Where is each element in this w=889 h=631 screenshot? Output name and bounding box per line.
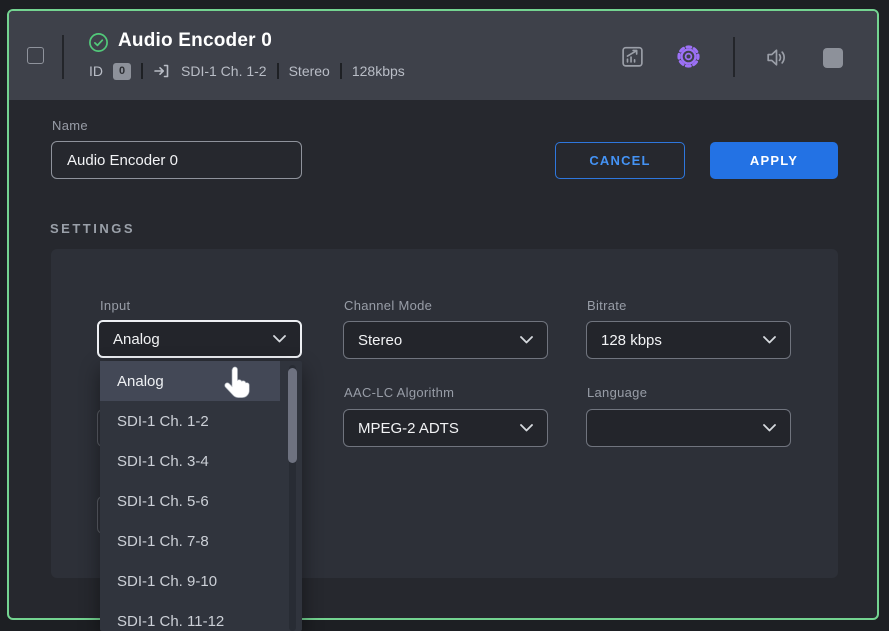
chevron-down-icon bbox=[763, 336, 776, 344]
channel-mode-select[interactable]: Stereo bbox=[343, 321, 548, 359]
input-dropdown-list: Analog SDI-1 Ch. 1-2 SDI-1 Ch. 3-4 SDI-1… bbox=[100, 361, 302, 631]
bitrate-value: 128 kbps bbox=[601, 332, 662, 349]
card-header bbox=[9, 11, 877, 100]
language-select[interactable] bbox=[586, 409, 791, 447]
dropdown-option[interactable]: SDI-1 Ch. 11-12 bbox=[100, 601, 282, 631]
apply-button[interactable]: APPLY bbox=[710, 142, 838, 179]
header-divider bbox=[62, 35, 64, 79]
meta-separator bbox=[340, 63, 342, 79]
encoder-page: Audio Encoder 0 ID 0 SDI-1 Ch. 1-2 Stere… bbox=[0, 0, 889, 631]
settings-heading: SETTINGS bbox=[50, 221, 135, 236]
aac-algorithm-value: MPEG-2 ADTS bbox=[358, 420, 459, 437]
input-source-icon bbox=[153, 62, 171, 80]
encoder-meta-row: ID 0 SDI-1 Ch. 1-2 Stereo 128kbps bbox=[89, 62, 405, 80]
status-check-circle-icon bbox=[88, 32, 109, 53]
bitrate-select[interactable]: 128 kbps bbox=[586, 321, 791, 359]
name-label: Name bbox=[52, 118, 88, 133]
id-badge: 0 bbox=[113, 63, 131, 80]
aac-algorithm-select[interactable]: MPEG-2 ADTS bbox=[343, 409, 548, 447]
dropdown-option[interactable]: SDI-1 Ch. 9-10 bbox=[100, 561, 282, 601]
meta-channel-mode: Stereo bbox=[289, 63, 330, 79]
settings-button[interactable] bbox=[675, 43, 702, 70]
meta-separator bbox=[141, 63, 143, 79]
encoder-title: Audio Encoder 0 bbox=[118, 30, 272, 52]
dropdown-scrollbar-thumb[interactable] bbox=[288, 368, 297, 463]
input-select[interactable]: Analog bbox=[97, 320, 302, 358]
meta-bitrate: 128kbps bbox=[352, 63, 405, 79]
meta-source: SDI-1 Ch. 1-2 bbox=[181, 63, 267, 79]
channel-mode-label: Channel Mode bbox=[344, 298, 432, 313]
channel-mode-value: Stereo bbox=[358, 332, 402, 349]
chevron-down-icon bbox=[520, 424, 533, 432]
audio-monitor-button[interactable] bbox=[764, 45, 789, 70]
meta-separator bbox=[277, 63, 279, 79]
language-label: Language bbox=[587, 385, 647, 400]
chevron-down-icon bbox=[520, 336, 533, 344]
analytics-button[interactable] bbox=[620, 44, 645, 69]
stop-button[interactable] bbox=[823, 48, 843, 68]
encoder-select-checkbox[interactable] bbox=[27, 47, 44, 64]
speaker-icon bbox=[764, 45, 789, 70]
aac-algorithm-label: AAC-LC Algorithm bbox=[344, 385, 454, 400]
name-input[interactable] bbox=[51, 141, 302, 179]
input-select-value: Analog bbox=[113, 331, 160, 348]
gear-icon bbox=[675, 43, 702, 70]
dropdown-option[interactable]: SDI-1 Ch. 1-2 bbox=[100, 401, 282, 441]
input-label: Input bbox=[100, 298, 130, 313]
analytics-chart-icon bbox=[620, 44, 645, 69]
dropdown-option[interactable]: SDI-1 Ch. 7-8 bbox=[100, 521, 282, 561]
dropdown-option[interactable]: SDI-1 Ch. 5-6 bbox=[100, 481, 282, 521]
dropdown-option[interactable]: Analog bbox=[100, 361, 280, 401]
chevron-down-icon bbox=[273, 335, 286, 343]
header-icon-divider bbox=[733, 37, 735, 77]
cancel-button[interactable]: CANCEL bbox=[555, 142, 685, 179]
chevron-down-icon bbox=[763, 424, 776, 432]
id-label: ID bbox=[89, 63, 103, 79]
dropdown-option[interactable]: SDI-1 Ch. 3-4 bbox=[100, 441, 282, 481]
bitrate-label: Bitrate bbox=[587, 298, 627, 313]
